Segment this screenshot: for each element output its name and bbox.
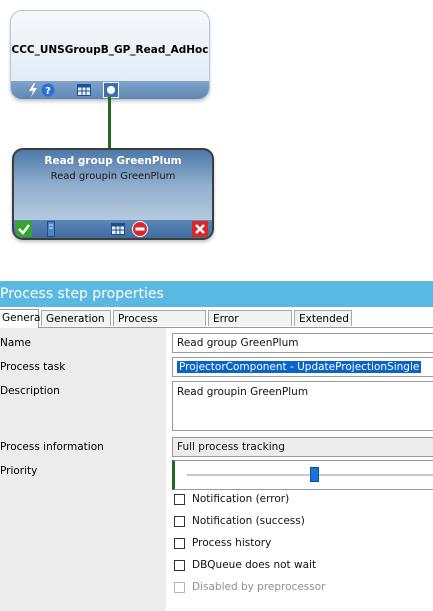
checkbox-label: DBQueue does not wait [192, 559, 317, 571]
process-node-top[interactable]: CCC_UNSGroupB_GP_Read_AdHoc ? [10, 10, 210, 100]
step-connector [108, 97, 111, 149]
tab-error-handling[interactable]: Error handling [208, 310, 292, 341]
priority-label: Priority [0, 465, 38, 477]
close-icon[interactable] [192, 221, 208, 237]
checkbox-label: Notification (error) [192, 493, 290, 505]
panel-title: Process step properties [0, 281, 433, 307]
process-information-label: Process information [0, 441, 104, 453]
process-task-value: ProjectorComponent - UpdateProjectionSin… [177, 361, 422, 373]
tab-extended[interactable]: Extended [294, 310, 352, 326]
checkbox-label: Notification (success) [192, 515, 305, 527]
tab-process-tracking[interactable]: Process tracking [113, 310, 206, 341]
checkbox[interactable] [174, 494, 185, 505]
process-task-label: Process task [0, 361, 66, 373]
svg-text:?: ? [45, 86, 51, 97]
help-icon[interactable]: ? [41, 83, 55, 97]
name-field[interactable]: Read group GreenPlum [172, 333, 433, 353]
process-node-selected[interactable]: Read group GreenPlum Read groupin GreenP… [12, 148, 214, 240]
checkmark-icon[interactable] [16, 221, 32, 237]
description-label: Description [0, 385, 60, 397]
checkbox[interactable] [174, 560, 185, 571]
node-title: Read group GreenPlum [44, 155, 182, 167]
checkbox-label: Process history [192, 537, 272, 549]
priority-slider[interactable] [172, 460, 433, 490]
table-icon[interactable] [111, 223, 125, 235]
node-subtitle: Read groupin GreenPlum [50, 171, 176, 182]
process-task-field[interactable]: ProjectorComponent - UpdateProjectionSin… [172, 357, 433, 377]
tab-generation[interactable]: Generation [41, 310, 111, 326]
slider-thumb[interactable] [310, 467, 319, 482]
properties-tabs: General Generation Process tracking Erro… [0, 309, 433, 341]
node-toolbar [14, 220, 212, 238]
checkbox [174, 582, 185, 593]
checkbox-label: Disabled by preprocessor [192, 581, 326, 593]
tab-general[interactable]: General [0, 309, 43, 328]
stop-icon[interactable] [132, 221, 148, 237]
server-icon[interactable] [47, 221, 55, 237]
description-field[interactable]: Read groupin GreenPlum [172, 381, 433, 431]
name-label: Name [0, 337, 31, 349]
lightning-icon[interactable] [28, 83, 38, 97]
dot-icon[interactable] [103, 82, 119, 98]
table-icon[interactable] [77, 84, 91, 96]
checkbox[interactable] [174, 538, 185, 549]
checkbox[interactable] [174, 516, 185, 527]
node-title: CCC_UNSGroupB_GP_Read_AdHoc [11, 44, 209, 56]
process-information-select[interactable]: Full process tracking [172, 437, 433, 457]
